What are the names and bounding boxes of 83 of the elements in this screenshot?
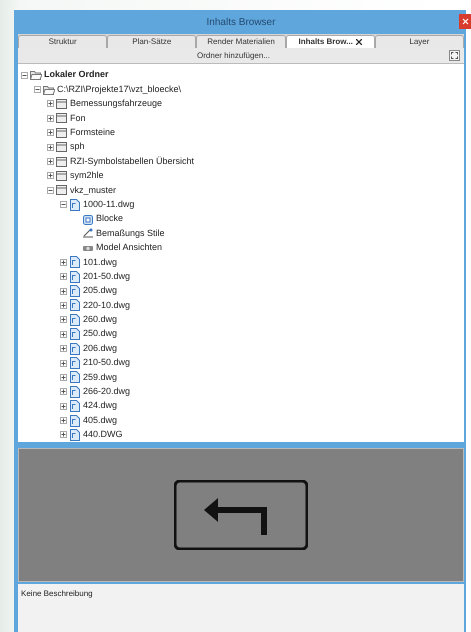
- file-icon: [69, 198, 81, 211]
- tree-item[interactable]: 250.dwg: [83, 327, 118, 341]
- file-icon: [69, 285, 81, 298]
- tab[interactable]: Render Materialien: [196, 35, 286, 48]
- folder-icon: [56, 112, 68, 124]
- tree-item[interactable]: vkz_muster: [70, 184, 116, 198]
- tree-item[interactable]: Blocke: [96, 212, 124, 226]
- expand-icon[interactable]: [60, 345, 67, 352]
- tab[interactable]: Layer: [374, 35, 464, 48]
- tree-item[interactable]: 205.dwg: [83, 284, 118, 298]
- tree-item[interactable]: 220-10.dwg: [83, 298, 130, 312]
- folder-icon: [30, 69, 42, 82]
- tree-item[interactable]: Fon: [70, 112, 86, 126]
- expand-icon[interactable]: [60, 360, 67, 366]
- expand-icon[interactable]: [60, 302, 67, 309]
- expand-icon[interactable]: [47, 100, 54, 108]
- tab[interactable]: Struktur: [18, 35, 108, 48]
- window-title: Inhalts Browser: [206, 16, 276, 30]
- expand-icon[interactable]: [47, 129, 54, 136]
- expand-icon[interactable]: [47, 144, 54, 151]
- tree-item[interactable]: Lokaler Ordner: [44, 68, 109, 82]
- expand-icon[interactable]: [60, 330, 67, 338]
- folder-icon: [56, 141, 68, 154]
- tree-item[interactable]: C:\RZI\Projekte17\vzt_bloecke\: [57, 82, 182, 96]
- tree-item[interactable]: 440.DWG: [83, 428, 123, 442]
- tree-item[interactable]: sym2hle: [70, 169, 104, 183]
- folder-icon: [56, 170, 68, 182]
- file-icon: [69, 400, 81, 412]
- expand-icon[interactable]: [60, 417, 67, 424]
- tree-item[interactable]: 1000-11.dwg: [83, 198, 134, 212]
- folder-icon: [56, 156, 68, 168]
- file-icon: [69, 270, 81, 283]
- expand-icon[interactable]: [60, 316, 67, 324]
- folder-icon: [43, 84, 55, 96]
- file-icon: [69, 328, 81, 340]
- tree-item[interactable]: Bemaßungs Stile: [96, 226, 165, 240]
- file-icon: [69, 342, 81, 355]
- folder-icon: [56, 184, 68, 196]
- expand-icon[interactable]: [60, 388, 67, 396]
- tree-item[interactable]: 101.dwg: [83, 256, 118, 270]
- close-tab-icon[interactable]: [356, 38, 362, 45]
- tree-item[interactable]: sph: [70, 140, 85, 154]
- tab[interactable]: Plan-Sätze: [107, 35, 196, 48]
- tab[interactable]: Inhalts Brow...: [286, 35, 375, 48]
- file-icon: [69, 357, 81, 369]
- description-text: Keine Beschreibung: [21, 589, 93, 598]
- expand-icon[interactable]: [449, 50, 460, 61]
- expand-icon[interactable]: [60, 374, 67, 381]
- expand-icon[interactable]: [47, 158, 54, 166]
- dimension-icon: [82, 227, 94, 240]
- expand-icon[interactable]: [47, 172, 54, 180]
- tree-item[interactable]: 424.dwg: [83, 399, 118, 413]
- collapse-icon[interactable]: [21, 72, 28, 79]
- tree-item[interactable]: Formsteine: [70, 126, 116, 140]
- file-icon: [69, 414, 81, 427]
- tree-item[interactable]: RZI-Symbolstabellen Übersicht: [70, 154, 194, 168]
- tree-item[interactable]: 206.dwg: [83, 342, 118, 356]
- tree-item[interactable]: 210-50.dwg: [83, 356, 130, 370]
- tree-item[interactable]: 259.dwg: [83, 370, 118, 384]
- tree-item[interactable]: 260.dwg: [83, 313, 118, 327]
- file-icon: [69, 371, 81, 384]
- expand-icon[interactable]: [60, 273, 67, 280]
- tree-item[interactable]: 405.dwg: [83, 414, 118, 428]
- file-icon: [69, 428, 81, 441]
- tree-item[interactable]: Model Ansichten: [96, 241, 162, 255]
- folder-icon: [56, 98, 68, 110]
- folder-icon: [56, 126, 68, 139]
- expand-icon[interactable]: [60, 288, 67, 295]
- expand-icon[interactable]: [60, 431, 67, 438]
- collapse-icon[interactable]: [47, 186, 54, 194]
- expand-icon[interactable]: [60, 258, 67, 266]
- file-icon: [69, 299, 81, 312]
- collapse-icon[interactable]: [34, 86, 41, 94]
- collapse-icon[interactable]: [60, 201, 67, 208]
- tree-item[interactable]: 266-20.dwg: [83, 385, 130, 399]
- tree-item[interactable]: Bemessungsfahrzeuge: [70, 97, 162, 111]
- expand-icon[interactable]: [47, 114, 54, 122]
- file-icon: [69, 256, 81, 268]
- blocks-icon: [82, 213, 94, 226]
- file-icon: [69, 386, 81, 398]
- expand-icon[interactable]: [60, 402, 67, 410]
- tree-item[interactable]: 201-50.dwg: [83, 270, 130, 284]
- file-icon: [69, 314, 81, 326]
